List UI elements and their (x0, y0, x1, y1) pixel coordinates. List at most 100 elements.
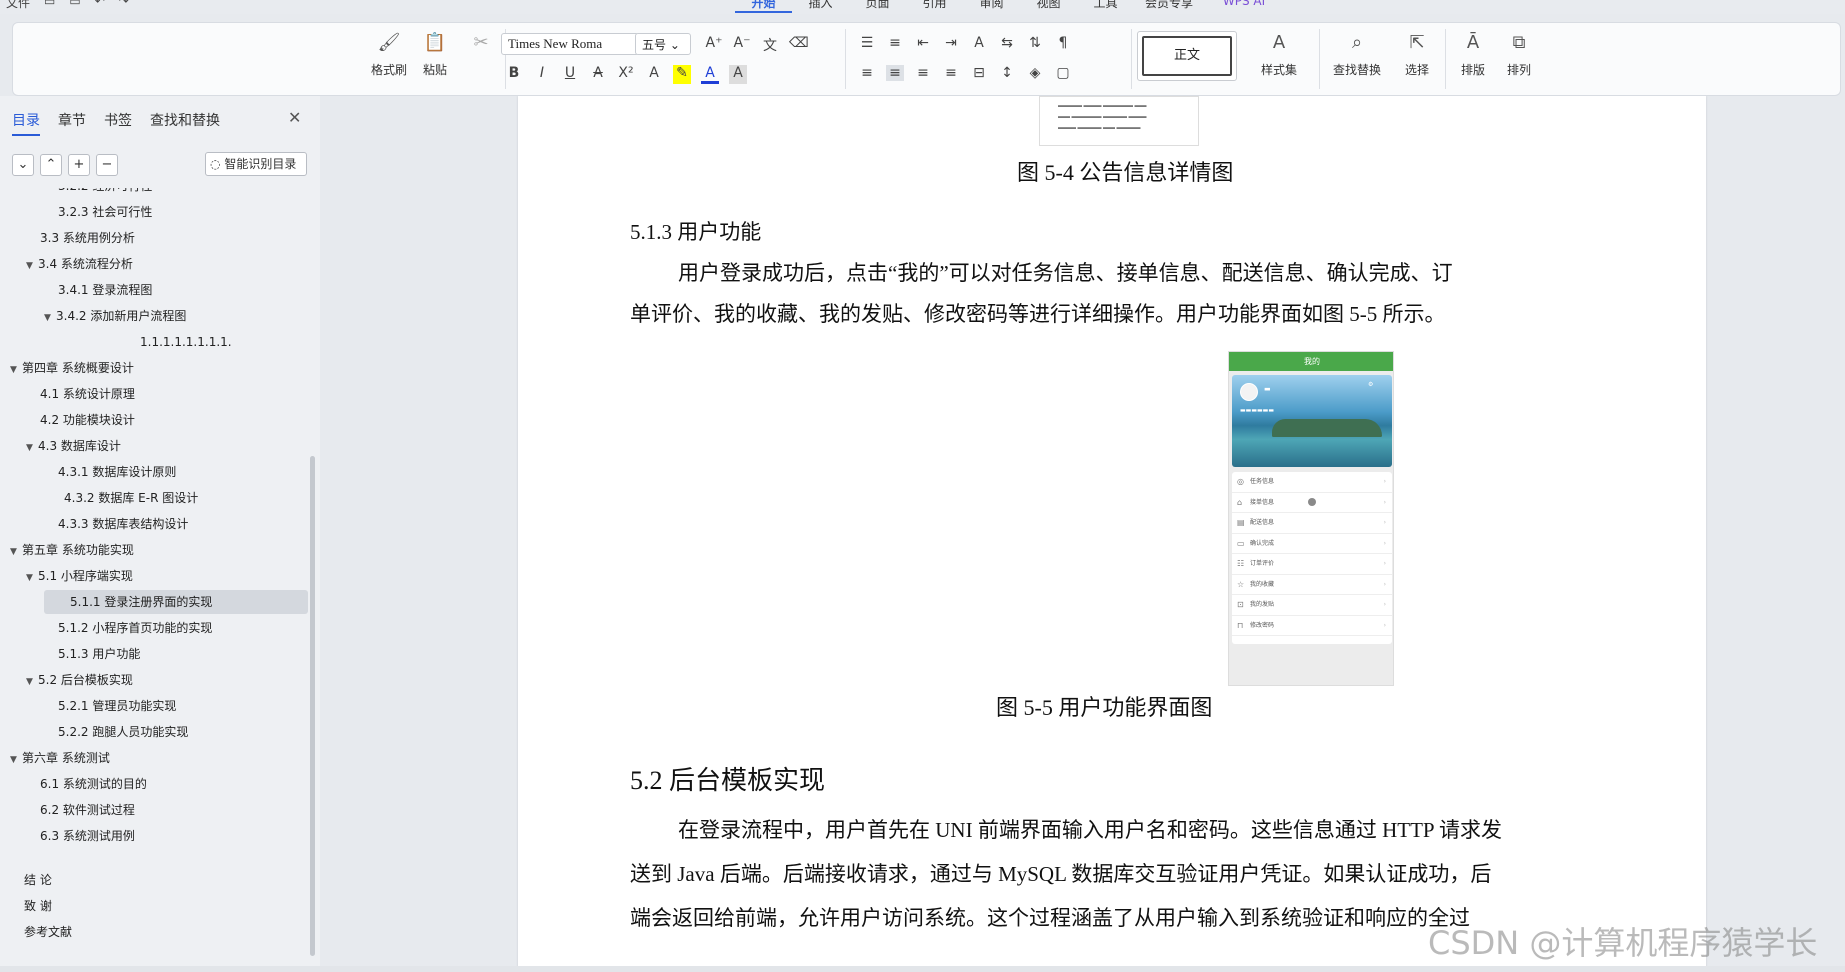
toc-item[interactable]: ▼ 第四章 系统概要设计 (10, 356, 134, 380)
text-effect-icon[interactable]: A (645, 65, 663, 84)
toc-item[interactable]: 参考文献 (24, 920, 72, 944)
format-painter-button[interactable]: 🖌 格式刷 (367, 31, 411, 78)
toc-item[interactable]: ▼ 第六章 系统测试 (10, 746, 110, 770)
toc-item[interactable]: 6.1 系统测试的目的 (40, 772, 147, 796)
increase-indent-icon[interactable]: ⇥ (942, 35, 960, 51)
toc-item[interactable]: 4.2 功能模块设计 (40, 408, 135, 432)
border-icon[interactable]: ▢ (1054, 65, 1072, 81)
tab-insert[interactable]: 插入 (792, 0, 849, 13)
align-left-icon[interactable]: ≡ (858, 65, 876, 81)
expand-arrow-icon[interactable]: ▼ (44, 306, 56, 330)
tab-toc[interactable]: 目录 (12, 110, 40, 136)
remove-icon[interactable]: − (96, 154, 118, 176)
tab-find-replace[interactable]: 查找和替换 (150, 110, 220, 136)
toc-item[interactable]: ▼ 5.1 小程序端实现 (26, 564, 133, 588)
expand-arrow-icon[interactable]: ▼ (26, 566, 38, 590)
tab-page[interactable]: 页面 (849, 0, 906, 13)
sort-icon[interactable]: ⇅ (1026, 35, 1044, 51)
print-icon[interactable]: ▭ (69, 0, 80, 11)
expand-arrow-icon[interactable]: ▼ (10, 540, 22, 564)
show-marks-icon[interactable]: ¶ (1054, 35, 1072, 51)
strikethrough-icon[interactable]: A (589, 65, 607, 84)
justify-icon[interactable]: ≡ (942, 65, 960, 81)
cut-button[interactable]: ✂ (459, 31, 503, 55)
tab-bookmarks[interactable]: 书签 (104, 110, 132, 136)
expand-arrow-icon[interactable]: ▼ (26, 436, 38, 460)
toc-item[interactable]: 结 论 (24, 868, 52, 892)
toc-item[interactable]: 6.2 软件测试过程 (40, 798, 135, 822)
toc-item[interactable]: 5.2.1 管理员功能实现 (58, 694, 176, 718)
file-menu[interactable]: 文件 (6, 0, 30, 11)
italic-icon[interactable]: I (533, 65, 551, 84)
toc-item[interactable]: 3.4.1 登录流程图 (58, 278, 152, 302)
bullet-list-icon[interactable]: ☰ (858, 35, 876, 51)
toc-item[interactable]: 5.1.2 小程序首页功能的实现 (58, 616, 212, 640)
tab-view[interactable]: 视图 (1020, 0, 1077, 13)
save-icon[interactable]: ▭ (44, 0, 55, 11)
tab-review[interactable]: 审阅 (963, 0, 1020, 13)
toc-item[interactable]: 5.2.2 跑腿人员功能实现 (58, 720, 188, 744)
arrange-button[interactable]: ⧉ 排列 (1497, 31, 1541, 78)
expand-icon[interactable]: ⌄ (12, 154, 34, 176)
shrink-font-icon[interactable]: A⁻ (733, 35, 751, 55)
tab-references[interactable]: 引用 (906, 0, 963, 13)
superscript-icon[interactable]: X² (617, 65, 635, 84)
tab-home[interactable]: 开始 (735, 0, 792, 13)
toc-item[interactable]: 3.3 系统用例分析 (40, 226, 135, 250)
style-gallery[interactable]: 正文 (1137, 31, 1237, 81)
toc-item[interactable]: 5.1.1 登录注册界面的实现 (44, 590, 308, 614)
align-right-icon[interactable]: ≡ (914, 65, 932, 81)
toc-item[interactable]: ▼ 5.2 后台模板实现 (26, 668, 133, 692)
text-direction-icon[interactable]: ⇆ (998, 35, 1016, 51)
paste-button[interactable]: 📋 粘贴 (413, 31, 457, 78)
undo-icon[interactable]: ↶ (95, 0, 105, 11)
highlight-icon[interactable]: ✎ (673, 65, 691, 84)
tab-chapters[interactable]: 章节 (58, 110, 86, 136)
tab-member[interactable]: 会员专享 (1134, 0, 1204, 13)
numbered-list-icon[interactable]: ≡ (886, 35, 904, 51)
scrollbar[interactable] (310, 456, 315, 956)
toc-item[interactable]: 5.1.3 用户功能 (58, 642, 140, 666)
smart-toc-button[interactable]: ◌ 智能识别目录 (205, 152, 307, 176)
style-set-button[interactable]: A 样式集 (1249, 31, 1309, 78)
char-shading-icon[interactable]: A (729, 65, 747, 84)
expand-arrow-icon[interactable]: ▼ (10, 748, 22, 772)
font-name-select[interactable]: Times New Roma (501, 33, 639, 55)
toc-item[interactable]: ▼ 3.4.2 添加新用户流程图 (44, 304, 186, 328)
tab-wps-ai[interactable]: WPS AI (1204, 0, 1284, 13)
toc-item[interactable]: 4.3.2 数据库 E-R 图设计 (64, 486, 198, 510)
underline-icon[interactable]: U (561, 65, 579, 84)
decrease-indent-icon[interactable]: ⇤ (914, 35, 932, 51)
toc-item[interactable]: ▼ 第五章 系统功能实现 (10, 538, 134, 562)
bold-icon[interactable]: B (505, 65, 523, 84)
toc-item[interactable]: 6.3 系统测试用例 (40, 824, 135, 848)
toc-item[interactable]: 3.2.3 社会可行性 (58, 200, 152, 224)
expand-arrow-icon[interactable]: ▼ (26, 254, 38, 278)
expand-arrow-icon[interactable]: ▼ (10, 358, 22, 382)
toc-item[interactable]: 4.1 系统设计原理 (40, 382, 135, 406)
find-replace-button[interactable]: ⌕ 查找替换 (1325, 31, 1389, 78)
toc-item[interactable]: 3.2.2 经济可行性 (58, 188, 152, 198)
collapse-icon[interactable]: ⌃ (40, 154, 62, 176)
toc-item[interactable]: 1.1.1.1.1.1.1.1. (140, 330, 232, 354)
toc-item[interactable]: 4.3.3 数据库表结构设计 (58, 512, 188, 536)
tab-tools[interactable]: 工具 (1077, 0, 1134, 13)
shading-icon[interactable]: ◈ (1026, 65, 1044, 81)
clear-format-icon[interactable]: ⌫ (789, 35, 809, 55)
close-icon[interactable]: ✕ (288, 108, 301, 127)
font-size-select[interactable]: 五号 ⌄ (635, 33, 691, 55)
toc-item[interactable]: 4.3.1 数据库设计原则 (58, 460, 176, 484)
grow-font-icon[interactable]: A⁺ (705, 35, 723, 55)
font-color-icon[interactable]: A (701, 65, 719, 84)
expand-arrow-icon[interactable]: ▼ (26, 670, 38, 694)
toc-item[interactable]: ▼ 3.4 系统流程分析 (26, 252, 133, 276)
redo-icon[interactable]: ↷ (119, 0, 129, 11)
chinese-layout-icon[interactable]: A (970, 35, 988, 51)
phonetic-icon[interactable]: 文 (761, 35, 779, 55)
add-icon[interactable]: + (68, 154, 90, 176)
toc-item[interactable]: 致 谢 (24, 894, 52, 918)
line-spacing-icon[interactable]: ↕ (998, 65, 1016, 81)
toc-item[interactable]: ▼ 4.3 数据库设计 (26, 434, 121, 458)
layout-button[interactable]: Ā 排版 (1451, 31, 1495, 78)
distribute-icon[interactable]: ⊟ (970, 65, 988, 81)
